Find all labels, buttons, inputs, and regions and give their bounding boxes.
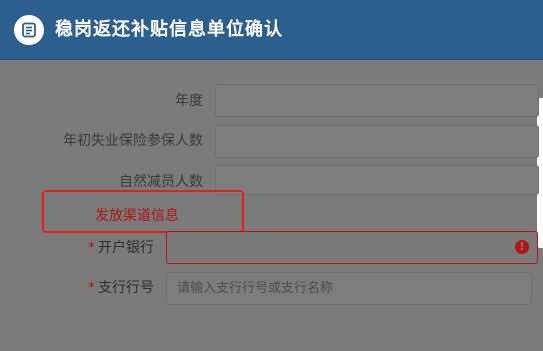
insured-count-field: [215, 125, 539, 158]
dialog-header: 稳岗返还补贴信息单位确认: [0, 0, 543, 60]
list-icon: [14, 15, 44, 45]
required-mark: *: [88, 240, 95, 256]
branch-code-input[interactable]: [166, 272, 532, 305]
branch-label: * 支行行号: [88, 278, 154, 298]
attrition-count-label: 自然减员人数: [119, 174, 203, 190]
highlight-box: [42, 190, 244, 233]
attrition-count-field: [215, 165, 539, 195]
error-icon: !: [515, 240, 529, 254]
year-label: 年度: [175, 93, 203, 109]
bank-label-text: 开户银行: [98, 240, 154, 256]
dialog-title: 稳岗返还补贴信息单位确认: [55, 19, 283, 40]
year-field: [215, 84, 539, 117]
branch-label-text: 支行行号: [98, 280, 154, 296]
required-mark: *: [88, 280, 95, 296]
bank-input[interactable]: !: [166, 231, 538, 264]
insured-count-label: 年初失业保险参保人数: [63, 133, 203, 149]
bank-label: * 开户银行: [88, 238, 154, 258]
